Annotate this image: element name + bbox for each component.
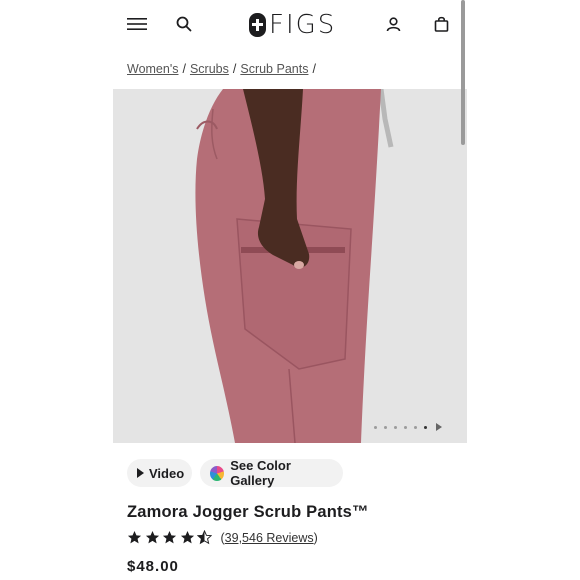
- breadcrumb-separator: /: [312, 62, 316, 76]
- star-half-icon: [197, 530, 212, 545]
- search-icon: [176, 16, 192, 32]
- carousel-dot[interactable]: [374, 425, 377, 429]
- logo-text: FIGS: [269, 10, 337, 40]
- site-header: FIGS: [113, 0, 467, 50]
- carousel-dot-active[interactable]: [424, 425, 427, 429]
- star-full-icon: [127, 530, 142, 544]
- account-icon: [386, 16, 400, 31]
- carousel-dot[interactable]: [394, 425, 397, 429]
- star-full-icon: [145, 530, 159, 544]
- product-image-carousel[interactable]: [113, 89, 467, 443]
- account-button[interactable]: [378, 9, 408, 39]
- star-full-icon: [180, 530, 194, 544]
- carousel-dot[interactable]: [384, 425, 387, 429]
- star-full-icon: [162, 530, 177, 544]
- breadcrumb-link-womens[interactable]: Women's: [127, 62, 178, 76]
- breadcrumb-separator: /: [182, 62, 186, 76]
- carousel-dot[interactable]: [414, 425, 417, 429]
- color-gallery-button[interactable]: See Color Gallery: [200, 458, 343, 488]
- bag-button[interactable]: [426, 9, 456, 39]
- breadcrumb-link-scrubs[interactable]: Scrubs: [190, 62, 229, 76]
- carousel-video-icon[interactable]: [436, 423, 442, 431]
- video-button[interactable]: Video: [127, 459, 192, 487]
- reviews-count: (39,546 Reviews): [220, 530, 318, 545]
- play-icon: [137, 468, 144, 478]
- figs-logo[interactable]: FIGS: [249, 10, 337, 40]
- product-rating: (39,546 Reviews): [127, 530, 318, 545]
- color-gallery-label: See Color Gallery: [230, 458, 291, 488]
- product-photo: [113, 89, 467, 443]
- color-wheel-icon: [210, 465, 225, 481]
- video-label: Video: [149, 465, 185, 481]
- breadcrumb: Women's / Scrubs / Scrub Pants /: [127, 62, 316, 76]
- breadcrumb-link-scrub-pants[interactable]: Scrub Pants: [240, 62, 308, 76]
- carousel-dot[interactable]: [404, 425, 407, 429]
- menu-button[interactable]: [122, 9, 152, 39]
- menu-icon: [127, 18, 147, 30]
- product-page: FIGS Women's / Scrubs / Scrub Pants / Vi…: [113, 0, 467, 580]
- search-button[interactable]: [169, 9, 199, 39]
- bag-icon: [434, 16, 448, 32]
- logo-cross-icon: [249, 13, 266, 37]
- scrollbar[interactable]: [461, 0, 465, 145]
- product-price: $48.00: [127, 558, 179, 575]
- product-title: Zamora Jogger Scrub Pants™: [127, 503, 369, 521]
- reviews-link[interactable]: 39,546 Reviews: [225, 531, 314, 545]
- carousel-pagination: [374, 423, 442, 431]
- breadcrumb-separator: /: [232, 62, 237, 76]
